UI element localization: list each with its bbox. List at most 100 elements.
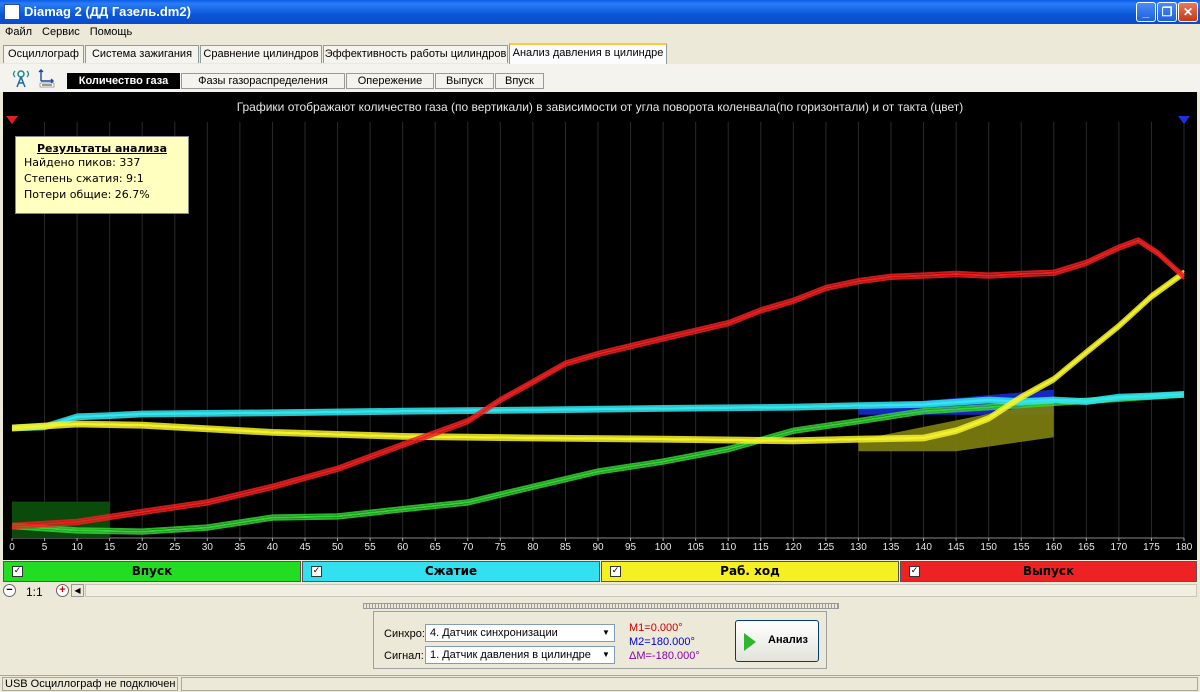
x-tick-label: 35	[234, 542, 246, 553]
menu-help[interactable]: Помощь	[85, 24, 138, 40]
zoom-in-button[interactable]: +	[56, 584, 69, 597]
x-tick-label: 100	[655, 542, 672, 553]
x-tick-label: 30	[202, 542, 214, 553]
x-tick-label: 5	[42, 542, 48, 553]
subtab-advance[interactable]: Опережение	[346, 73, 434, 89]
x-tick-label: 25	[169, 542, 181, 553]
sync-label: Синхро:	[384, 628, 425, 640]
analyze-button-label: Анализ	[768, 634, 808, 646]
menu-file[interactable]: Файл	[0, 24, 37, 40]
zoom-bar: − 1:1 + ◀	[0, 583, 1200, 599]
phase-exhaust-label: Выпуск	[1022, 564, 1075, 578]
x-tick-label: 125	[818, 542, 835, 553]
title-bar: Diamag 2 (ДД Газель.dm2) _ ❐ ✕	[0, 0, 1200, 24]
x-tick-label: 85	[560, 542, 572, 553]
x-tick-label: 40	[267, 542, 279, 553]
window-title: Diamag 2 (ДД Газель.dm2)	[24, 4, 191, 19]
scroll-left-button[interactable]: ◀	[71, 584, 84, 597]
results-peaks: Найдено пиков: 337	[24, 156, 141, 169]
signal-select[interactable]: 1. Датчик давления в цилиндре ▼	[425, 646, 615, 664]
tab-cylinder-compare[interactable]: Сравнение цилиндров	[200, 45, 322, 63]
sub-toolbar: Количество газа Фазы газораспределения О…	[0, 64, 1200, 92]
x-tick-label: 90	[592, 542, 604, 553]
subtab-valve-timing[interactable]: Фазы газораспределения	[181, 73, 345, 89]
maximize-button[interactable]: ❐	[1157, 2, 1177, 22]
phase-compression-checkbox[interactable]: ✓	[311, 566, 322, 577]
x-tick-label: 10	[72, 542, 84, 553]
x-tick-label: 155	[1013, 542, 1030, 553]
horizontal-scrollbar[interactable]	[85, 584, 1197, 597]
x-tick-label: 80	[527, 542, 539, 553]
subtab-intake[interactable]: Впуск	[495, 73, 544, 89]
chevron-down-icon[interactable]: ▼	[600, 648, 612, 662]
phase-compression-label: Сжатие	[424, 564, 478, 578]
x-tick-label: 170	[1111, 542, 1128, 553]
status-text: USB Осциллограф не подключен	[2, 677, 178, 691]
x-tick-label: 175	[1143, 542, 1160, 553]
phase-exhaust-checkbox[interactable]: ✓	[909, 566, 920, 577]
panel-splitter[interactable]	[363, 603, 839, 609]
x-tick-label: 95	[625, 542, 637, 553]
marker-m1: M1=0.000°	[629, 622, 683, 634]
tab-ignition[interactable]: Система зажигания	[85, 45, 199, 63]
x-tick-label: 140	[915, 542, 932, 553]
close-button[interactable]: ✕	[1178, 2, 1198, 22]
subtab-gas-amount[interactable]: Количество газа	[67, 73, 180, 89]
tab-pressure-analysis[interactable]: Анализ давления в цилиндре	[509, 43, 667, 64]
control-panel: Синхро: 4. Датчик синхронизации ▼ Сигнал…	[373, 611, 827, 669]
x-tick-label: 160	[1045, 542, 1062, 553]
x-tick-label: 45	[299, 542, 311, 553]
phase-power-checkbox[interactable]: ✓	[610, 566, 621, 577]
phase-legend: ✓ Впуск ✓ Сжатие ✓ Раб. ход ✓ Выпуск	[3, 561, 1197, 582]
results-box: Результаты анализа Найдено пиков: 337 Ст…	[15, 136, 189, 214]
x-tick-label: 60	[397, 542, 409, 553]
tab-cylinder-efficiency[interactable]: Эффективность работы цилиндров	[323, 45, 508, 63]
signal-label: Сигнал:	[384, 650, 424, 662]
x-tick-label: 20	[137, 542, 149, 553]
x-tick-label: 135	[883, 542, 900, 553]
antenna-icon[interactable]	[12, 68, 30, 88]
phase-power[interactable]: ✓ Раб. ход	[601, 561, 899, 582]
chevron-down-icon[interactable]: ▼	[600, 626, 612, 640]
x-tick-label: 115	[753, 542, 769, 553]
phase-intake-checkbox[interactable]: ✓	[12, 566, 23, 577]
subtab-exhaust[interactable]: Выпуск	[435, 73, 494, 89]
menu-service[interactable]: Сервис	[37, 24, 85, 40]
menu-bar: Файл Сервис Помощь	[0, 24, 1200, 42]
x-tick-label: 150	[980, 542, 997, 553]
x-tick-label: 70	[462, 542, 474, 553]
scale-icon[interactable]	[38, 68, 56, 88]
x-tick-label: 0	[9, 542, 15, 553]
x-tick-label: 130	[850, 542, 867, 553]
chart-title: Графики отображают количество газа (по в…	[236, 100, 964, 114]
x-tick-label: 50	[332, 542, 344, 553]
zoom-out-button[interactable]: −	[3, 584, 16, 597]
tab-oscilloscope[interactable]: Осциллограф	[3, 45, 84, 63]
app-logo-icon	[4, 4, 20, 20]
x-tick-label: 75	[495, 542, 507, 553]
marker-m2: M2=180.000°	[629, 636, 695, 648]
signal-select-value: 1. Датчик давления в цилиндре	[430, 649, 591, 661]
results-compression: Степень сжатия: 9:1	[24, 172, 144, 185]
marker-delta: ΔM=-180.000°	[629, 650, 700, 662]
zoom-level: 1:1	[26, 585, 43, 599]
phase-power-label: Раб. ход	[720, 564, 780, 578]
sync-select-value: 4. Датчик синхронизации	[430, 627, 558, 639]
x-tick-label: 15	[104, 542, 116, 553]
phase-intake-label: Впуск	[131, 564, 173, 578]
play-icon	[744, 633, 756, 651]
minimize-button[interactable]: _	[1136, 2, 1156, 22]
x-tick-label: 65	[430, 542, 442, 553]
results-losses: Потери общие: 26.7%	[24, 188, 150, 201]
results-title: Результаты анализа	[36, 142, 168, 155]
sync-select[interactable]: 4. Датчик синхронизации ▼	[425, 624, 615, 642]
phase-compression[interactable]: ✓ Сжатие	[302, 561, 600, 582]
status-panel	[181, 677, 1198, 691]
marker-readout: M1=0.000° M2=180.000° ΔM=-180.000°	[629, 621, 700, 663]
x-tick-label: 55	[365, 542, 377, 553]
analyze-button[interactable]: Анализ	[735, 620, 819, 662]
x-tick-label: 110	[720, 542, 736, 553]
phase-intake[interactable]: ✓ Впуск	[3, 561, 301, 582]
phase-exhaust[interactable]: ✓ Выпуск	[900, 561, 1197, 582]
x-tick-label: 145	[948, 542, 965, 553]
